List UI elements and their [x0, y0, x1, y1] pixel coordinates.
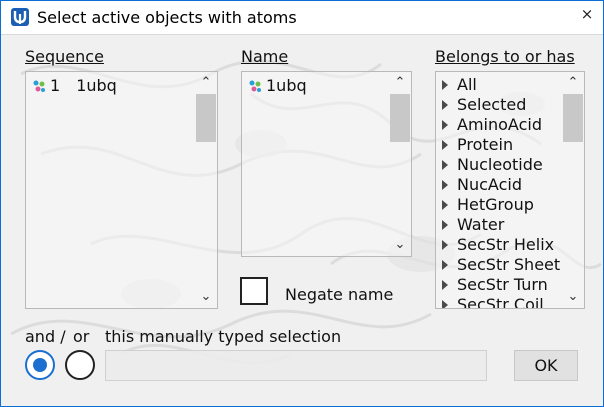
belongs-item[interactable]: SecStr Turn	[442, 275, 548, 295]
list-item[interactable]: 1ubq	[248, 76, 307, 96]
belongs-item[interactable]: SecStr Sheet	[442, 255, 560, 275]
belongs-item[interactable]: NucAcid	[442, 175, 522, 195]
name-item-label: 1ubq	[266, 76, 307, 95]
sequence-scrollbar[interactable]: ⌃ ⌄	[195, 72, 217, 308]
and-radio[interactable]	[25, 350, 55, 380]
triangle-right-icon	[442, 80, 448, 90]
belongs-item-label: AminoAcid	[457, 115, 542, 134]
triangle-right-icon	[442, 120, 448, 130]
belongs-item[interactable]: Water	[442, 215, 504, 235]
ok-button[interactable]: OK	[514, 350, 578, 381]
triangle-right-icon	[442, 220, 448, 230]
scroll-up-icon[interactable]: ⌃	[562, 74, 584, 92]
scroll-up-icon[interactable]: ⌃	[195, 74, 217, 92]
app-logo-icon	[11, 8, 29, 26]
molecule-icon	[248, 78, 262, 92]
triangle-right-icon	[442, 280, 448, 290]
sequence-list[interactable]: 1 1ubq ⌃ ⌄	[25, 71, 218, 309]
triangle-right-icon	[442, 260, 448, 270]
belongs-list[interactable]: All Selected AminoAcid Protein Nucleotide Nuc…	[435, 71, 585, 309]
selection-input[interactable]	[105, 350, 487, 381]
triangle-right-icon	[442, 200, 448, 210]
belongs-item[interactable]: AminoAcid	[442, 115, 542, 135]
belongs-item[interactable]: Selected	[442, 95, 526, 115]
name-list[interactable]: 1ubq ⌃ ⌄	[241, 71, 412, 257]
manual-selection-label: this manually typed selection	[105, 327, 342, 346]
belongs-item-label: SecStr Coil	[457, 295, 544, 309]
scroll-down-icon[interactable]: ⌄	[562, 288, 584, 306]
triangle-right-icon	[442, 180, 448, 190]
or-label: or	[73, 327, 90, 346]
and-label: and /	[25, 327, 66, 346]
scroll-thumb[interactable]	[390, 94, 410, 142]
negate-name-checkbox[interactable]	[240, 277, 268, 305]
belongs-item[interactable]: Protein	[442, 135, 513, 155]
or-radio[interactable]	[65, 350, 95, 380]
belongs-item-label: SecStr Helix	[457, 235, 555, 254]
scroll-down-icon[interactable]: ⌄	[195, 288, 217, 306]
triangle-right-icon	[442, 160, 448, 170]
sequence-index: 1	[50, 76, 61, 95]
scroll-up-icon[interactable]: ⌃	[389, 74, 411, 92]
belongs-item-label: Selected	[457, 95, 527, 114]
name-label: Name	[241, 47, 289, 66]
belongs-item[interactable]: Nucleotide	[442, 155, 543, 175]
window-title: Select active objects with atoms	[37, 8, 297, 27]
triangle-right-icon	[442, 140, 448, 150]
scroll-thumb[interactable]	[563, 94, 583, 142]
select-objects-dialog: Select active objects with atoms × Seque…	[0, 0, 604, 407]
belongs-item-label: NucAcid	[457, 175, 522, 194]
close-button[interactable]: ×	[575, 4, 599, 24]
triangle-right-icon	[442, 240, 448, 250]
molecule-icon	[32, 78, 46, 92]
sequence-name: 1ubq	[76, 76, 117, 95]
belongs-item[interactable]: All	[442, 75, 477, 95]
belongs-item[interactable]: SecStr Helix	[442, 235, 554, 255]
list-item[interactable]: 1 1ubq	[32, 76, 117, 96]
belongs-item-label: Protein	[457, 135, 514, 154]
belongs-item-label: SecStr Sheet	[457, 255, 561, 274]
belongs-item-label: HetGroup	[457, 195, 534, 214]
belongs-item-label: SecStr Turn	[457, 275, 548, 294]
scroll-down-icon[interactable]: ⌄	[389, 236, 411, 254]
belongs-item-label: Water	[457, 215, 505, 234]
scroll-thumb[interactable]	[196, 94, 216, 142]
belongs-item[interactable]: HetGroup	[442, 195, 534, 215]
triangle-right-icon	[442, 300, 448, 308]
title-bar: Select active objects with atoms ×	[1, 1, 603, 35]
belongs-item-label: All	[457, 75, 477, 94]
belongs-scrollbar[interactable]: ⌃ ⌄	[562, 72, 584, 308]
name-scrollbar[interactable]: ⌃ ⌄	[389, 72, 411, 256]
triangle-right-icon	[442, 100, 448, 110]
negate-name-label: Negate name	[285, 285, 394, 304]
belongs-item[interactable]: SecStr Coil	[442, 295, 544, 309]
sequence-label: Sequence	[25, 47, 104, 66]
belongs-item-label: Nucleotide	[457, 155, 543, 174]
belongs-label: Belongs to or has	[435, 47, 575, 66]
